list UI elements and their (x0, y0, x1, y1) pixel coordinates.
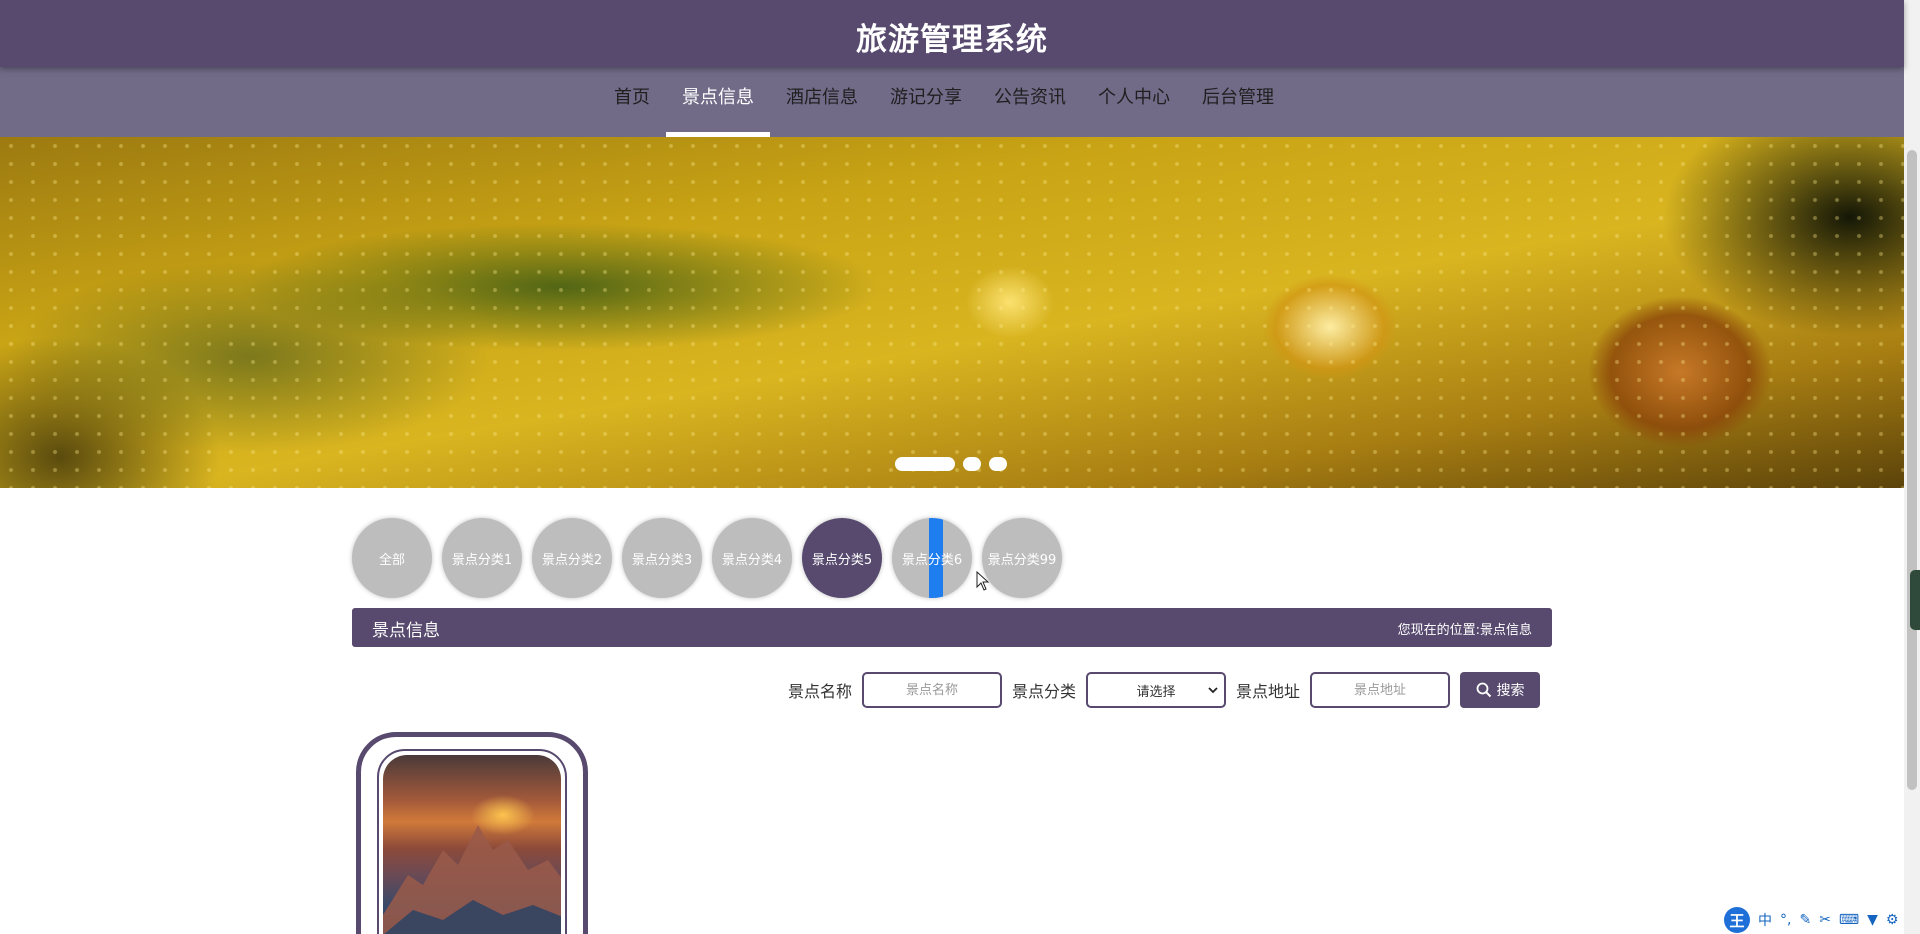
scissors-icon[interactable]: ✂ (1819, 912, 1831, 928)
carousel-indicators (895, 457, 1007, 471)
attraction-address-input[interactable] (1310, 672, 1451, 708)
nav-item-travel-notes[interactable]: 游记分享 (874, 67, 978, 137)
skin-icon[interactable]: ▼ (1867, 912, 1878, 928)
nav-item-attractions[interactable]: 景点信息 (666, 67, 770, 137)
nav-item-announcements[interactable]: 公告资讯 (978, 67, 1082, 137)
ime-mode-toggle[interactable]: 中 (1758, 910, 1772, 930)
attraction-name-input[interactable] (862, 672, 1003, 708)
punctuation-icon[interactable]: °, (1780, 912, 1791, 928)
category-label: 全部 (378, 552, 405, 568)
scrollbar-thumb[interactable] (1907, 150, 1917, 790)
category-label: 景点分类5 (811, 552, 873, 568)
ime-logo-icon[interactable]: 王 (1724, 907, 1750, 933)
category-filter: 全部 景点分类1 景点分类2 景点分类3 景点分类4 景点分类5 景点分类6 景… (352, 518, 1062, 598)
name-label: 景点名称 (788, 682, 853, 701)
page-scrollbar[interactable] (1904, 0, 1920, 934)
search-button[interactable]: 搜索 (1460, 672, 1541, 708)
main-nav: 首页 景点信息 酒店信息 游记分享 公告资讯 个人中心 后台管理 (0, 67, 1904, 137)
category-6[interactable]: 景点分类6 (892, 518, 972, 598)
breadcrumb: 您现在的位置:景点信息 (1398, 619, 1532, 638)
keyboard-icon[interactable]: ⌨ (1839, 912, 1859, 928)
category-label: 景点分类4 (721, 552, 783, 568)
carousel-dot-1[interactable] (895, 457, 955, 471)
nav-item-hotels[interactable]: 酒店信息 (770, 67, 874, 137)
pen-icon[interactable]: ✎ (1799, 912, 1811, 928)
address-label: 景点地址 (1236, 682, 1301, 701)
breadcrumb-label: 您现在的位置: (1397, 623, 1480, 638)
chevron-down-icon (1208, 687, 1218, 694)
search-icon (1476, 682, 1491, 698)
category-3[interactable]: 景点分类3 (622, 518, 702, 598)
attraction-image[interactable] (383, 755, 561, 934)
category-label: 景点分类 (1012, 682, 1077, 701)
site-title: 旅游管理系统 (856, 22, 1048, 58)
ime-toolbar: 王 中 °, ✎ ✂ ⌨ ▼ ⚙ (1724, 906, 1898, 934)
category-2[interactable]: 景点分类2 (532, 518, 612, 598)
breadcrumb-current[interactable]: 景点信息 (1480, 623, 1532, 638)
mountain-graphic (383, 825, 561, 934)
section-header: 景点信息 您现在的位置:景点信息 (352, 608, 1552, 647)
category-label: 景点分类3 (631, 552, 693, 568)
attraction-card[interactable] (356, 732, 588, 934)
gear-icon[interactable]: ⚙ (1886, 912, 1899, 928)
nav-item-home[interactable]: 首页 (598, 67, 666, 137)
category-all[interactable]: 全部 (352, 518, 432, 598)
section-title: 景点信息 (372, 621, 440, 641)
category-4[interactable]: 景点分类4 (712, 518, 792, 598)
category-label: 景点分类1 (451, 552, 513, 568)
hero-banner (0, 137, 1904, 488)
page: 旅游管理系统 首页 景点信息 酒店信息 游记分享 公告资讯 个人中心 后台管理 … (0, 0, 1920, 934)
attraction-card-frame (377, 749, 567, 934)
carousel-dot-3[interactable] (989, 457, 1007, 471)
category-select[interactable]: 请选择 (1086, 672, 1227, 708)
category-1[interactable]: 景点分类1 (442, 518, 522, 598)
category-5[interactable]: 景点分类5 (802, 518, 882, 598)
side-panel-handle[interactable] (1910, 570, 1920, 630)
nav-list: 首页 景点信息 酒店信息 游记分享 公告资讯 个人中心 后台管理 (598, 67, 1290, 137)
carousel-dot-2[interactable] (963, 457, 981, 471)
category-label: 景点分类99 (987, 552, 1057, 568)
nav-item-personal-center[interactable]: 个人中心 (1082, 67, 1186, 137)
site-header: 旅游管理系统 (0, 0, 1904, 67)
category-99[interactable]: 景点分类99 (982, 518, 1062, 598)
search-form: 景点名称 景点分类 请选择 景点地址 搜索 (788, 672, 1541, 708)
category-select-value: 请选择 (1136, 684, 1176, 700)
nav-item-admin[interactable]: 后台管理 (1186, 67, 1290, 137)
category-label: 景点分类2 (541, 552, 603, 568)
category-label: 景点分类6 (901, 552, 963, 568)
search-button-label: 搜索 (1496, 683, 1525, 699)
